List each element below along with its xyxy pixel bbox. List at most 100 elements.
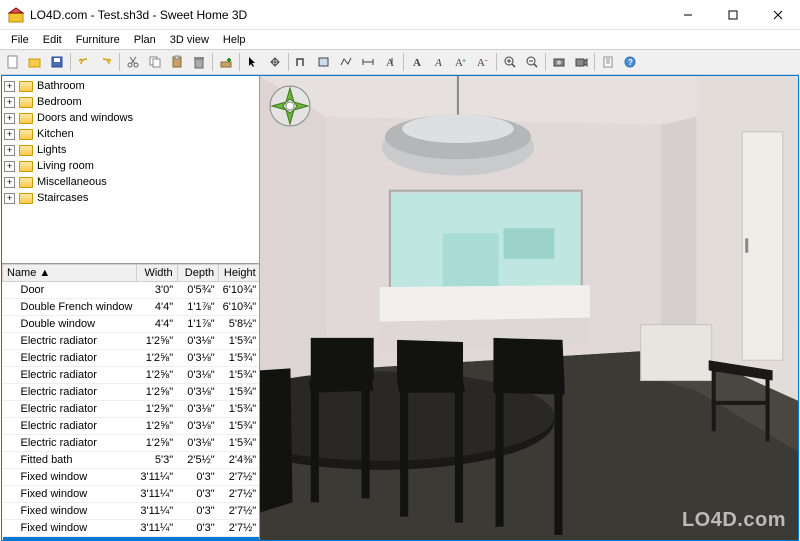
create-walls-tool[interactable] [291,51,313,73]
expand-icon[interactable]: + [4,129,15,140]
menu-plan[interactable]: Plan [127,32,163,48]
table-row[interactable]: Electric radiator1'2⅝"0'3⅛"1'5¾" [3,418,260,435]
tree-item[interactable]: + Bedroom [4,94,257,110]
create-photo-button[interactable] [548,51,570,73]
menu-furniture[interactable]: Furniture [69,32,127,48]
cell-name: Flat TV [3,537,137,541]
table-row[interactable]: Fixed window3'11¼"0'3"2'7½" [3,503,260,520]
redo-button[interactable] [95,51,117,73]
expand-icon[interactable]: + [4,113,15,124]
cell-name: Door [3,282,137,299]
preferences-button[interactable] [597,51,619,73]
table-row[interactable]: Fixed window3'11¼"0'3"2'7½" [3,486,260,503]
folder-icon [19,161,33,172]
tree-item[interactable]: +Bathroom [4,78,257,94]
tree-item[interactable]: +Miscellaneous [4,174,257,190]
furniture-list-table[interactable]: Name ▲WidthDepthHeightVisible Door3'0"0'… [2,264,259,540]
cell-height: 1'5¾" [219,435,259,452]
new-button[interactable] [2,51,24,73]
zoom-in-button[interactable] [499,51,521,73]
item-icon [7,438,19,448]
increase-size-button[interactable]: A+ [450,51,472,73]
cell-name: Fitted bath [3,452,137,469]
minimize-button[interactable] [665,0,710,29]
cell-name: Fixed window [3,486,137,503]
item-icon [7,506,19,516]
italic-button[interactable]: A [428,51,450,73]
expand-icon[interactable]: + [4,145,15,156]
table-row[interactable]: Double window4'4"1'1⅞"5'8½" [3,316,260,333]
zoom-out-button[interactable] [521,51,543,73]
decrease-size-button[interactable]: A− [472,51,494,73]
tree-item[interactable]: + Lights [4,142,257,158]
create-video-button[interactable] [570,51,592,73]
expand-icon[interactable]: + [4,177,15,188]
cut-button[interactable] [122,51,144,73]
maximize-button[interactable] [710,0,755,29]
expand-icon[interactable]: + [4,161,15,172]
pan-tool[interactable] [264,51,286,73]
cell-depth: 0'11⅜" [177,537,219,541]
compass-icon[interactable] [268,84,312,128]
add-furniture-button[interactable] [215,51,237,73]
tree-item-label: Bedroom [37,96,82,108]
tree-item[interactable]: +Doors and windows [4,110,257,126]
save-button[interactable] [46,51,68,73]
furniture-catalog-tree[interactable]: +Bathroom+Bedroom+Doors and windows+Kitc… [2,76,259,264]
column-header[interactable]: Height [219,265,259,282]
create-polylines-tool[interactable] [335,51,357,73]
table-row[interactable]: Electric radiator1'2⅝"0'3⅛"1'5¾" [3,367,260,384]
cell-width: 1'2⅝" [136,384,177,401]
create-dimensions-tool[interactable] [357,51,379,73]
expand-icon[interactable]: + [4,81,15,92]
tree-item[interactable]: +Staircases [4,190,257,206]
table-row[interactable]: Electric radiator1'2⅝"0'3⅛"1'5¾" [3,333,260,350]
item-icon [7,472,19,482]
expand-icon[interactable]: + [4,193,15,204]
table-row[interactable]: Electric radiator1'2⅝"0'3⅛"1'5¾" [3,401,260,418]
table-row[interactable]: Electric radiator1'2⅝"0'3⅛"1'5¾" [3,435,260,452]
open-button[interactable] [24,51,46,73]
copy-button[interactable] [144,51,166,73]
column-header[interactable]: Width [136,265,177,282]
table-row[interactable]: Electric radiator1'2⅝"0'3⅛"1'5¾" [3,384,260,401]
undo-button[interactable] [73,51,95,73]
3d-view[interactable]: LO4D.com [260,76,798,540]
help-button[interactable]: ? [619,51,641,73]
close-button[interactable] [755,0,800,29]
item-icon [7,387,19,397]
tree-item-label: Lights [37,144,66,156]
menu-help[interactable]: Help [216,32,253,48]
tree-item-label: Living room [37,160,94,172]
table-row[interactable]: Double French window4'4"1'1⅞"6'10¾" [3,299,260,316]
cell-width: 4'4" [136,299,177,316]
cell-width: 4'4" [136,316,177,333]
column-header[interactable]: Depth [177,265,219,282]
cell-width: 3'11¼" [136,520,177,537]
cell-height: 1'5¾" [219,384,259,401]
table-row[interactable]: Fixed window3'11¼"0'3"2'7½" [3,520,260,537]
paste-button[interactable] [166,51,188,73]
create-text-tool[interactable]: A [379,51,401,73]
expand-icon[interactable]: + [4,97,15,108]
menu-3dview[interactable]: 3D view [163,32,216,48]
table-row[interactable]: Flat TV3'1⅛"0'11⅜"2'7⅛" [3,537,260,541]
table-row[interactable]: Electric radiator1'2⅝"0'3⅛"1'5¾" [3,350,260,367]
menu-file[interactable]: File [4,32,36,48]
tree-item[interactable]: + Living room [4,158,257,174]
folder-icon [19,129,33,140]
menu-edit[interactable]: Edit [36,32,69,48]
delete-button[interactable] [188,51,210,73]
svg-text:A: A [413,57,421,69]
bold-button[interactable]: A [406,51,428,73]
column-header[interactable]: Name ▲ [3,265,137,282]
create-rooms-tool[interactable] [313,51,335,73]
tree-item[interactable]: + Kitchen [4,126,257,142]
cell-height: 2'7½" [219,486,259,503]
cell-name: Fixed window [3,520,137,537]
table-row[interactable]: Door3'0"0'5¾"6'10¾" [3,282,260,299]
tree-item-label: Kitchen [37,128,74,140]
select-tool[interactable] [242,51,264,73]
table-row[interactable]: Fitted bath5'3"2'5½"2'4⅜" [3,452,260,469]
table-row[interactable]: Fixed window3'11¼"0'3"2'7½" [3,469,260,486]
